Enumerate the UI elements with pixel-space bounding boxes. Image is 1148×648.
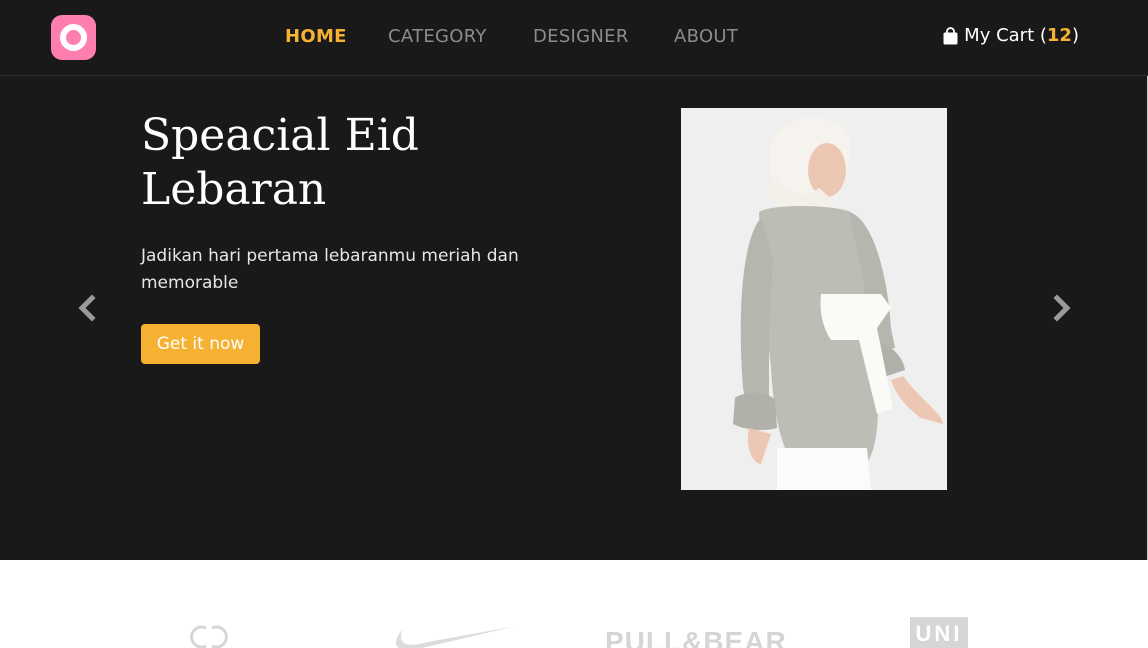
hero-title: Speacial Eid Lebaran [141, 110, 419, 215]
model-illustration [681, 108, 947, 490]
chevron-right-icon[interactable] [1050, 294, 1074, 322]
get-it-now-button[interactable]: Get it now [141, 324, 260, 364]
nike-logo-icon[interactable] [388, 622, 518, 648]
uniqlo-logo[interactable]: UNI [910, 617, 968, 648]
brand-strip: PULL&BEAR UNI [0, 560, 1148, 648]
hero-product-image [681, 108, 947, 490]
nav-link-about[interactable]: ABOUT [674, 26, 738, 47]
navbar: HOME CATEGORY DESIGNER ABOUT My Cart (12… [0, 0, 1148, 76]
chevron-left-icon[interactable] [75, 294, 99, 322]
cart-label: My Cart [964, 25, 1035, 46]
nav-link-home[interactable]: HOME [285, 26, 347, 47]
cart-button[interactable]: My Cart (12) [943, 25, 1079, 46]
chanel-logo-icon[interactable] [186, 622, 232, 648]
pull-bear-logo[interactable]: PULL&BEAR [605, 626, 787, 648]
hero-carousel: Speacial Eid Lebaran Jadikan hari pertam… [0, 76, 1148, 560]
cart-close-paren: ) [1071, 25, 1079, 46]
hero-subtitle: Jadikan hari pertama lebaranmu meriah da… [141, 246, 519, 293]
cart-open-paren: ( [1039, 25, 1047, 46]
nav-link-category[interactable]: CATEGORY [388, 26, 487, 47]
cart-count-badge: 12 [1046, 25, 1072, 46]
shopping-bag-icon [943, 26, 958, 44]
nav-link-designer[interactable]: DESIGNER [533, 26, 629, 47]
